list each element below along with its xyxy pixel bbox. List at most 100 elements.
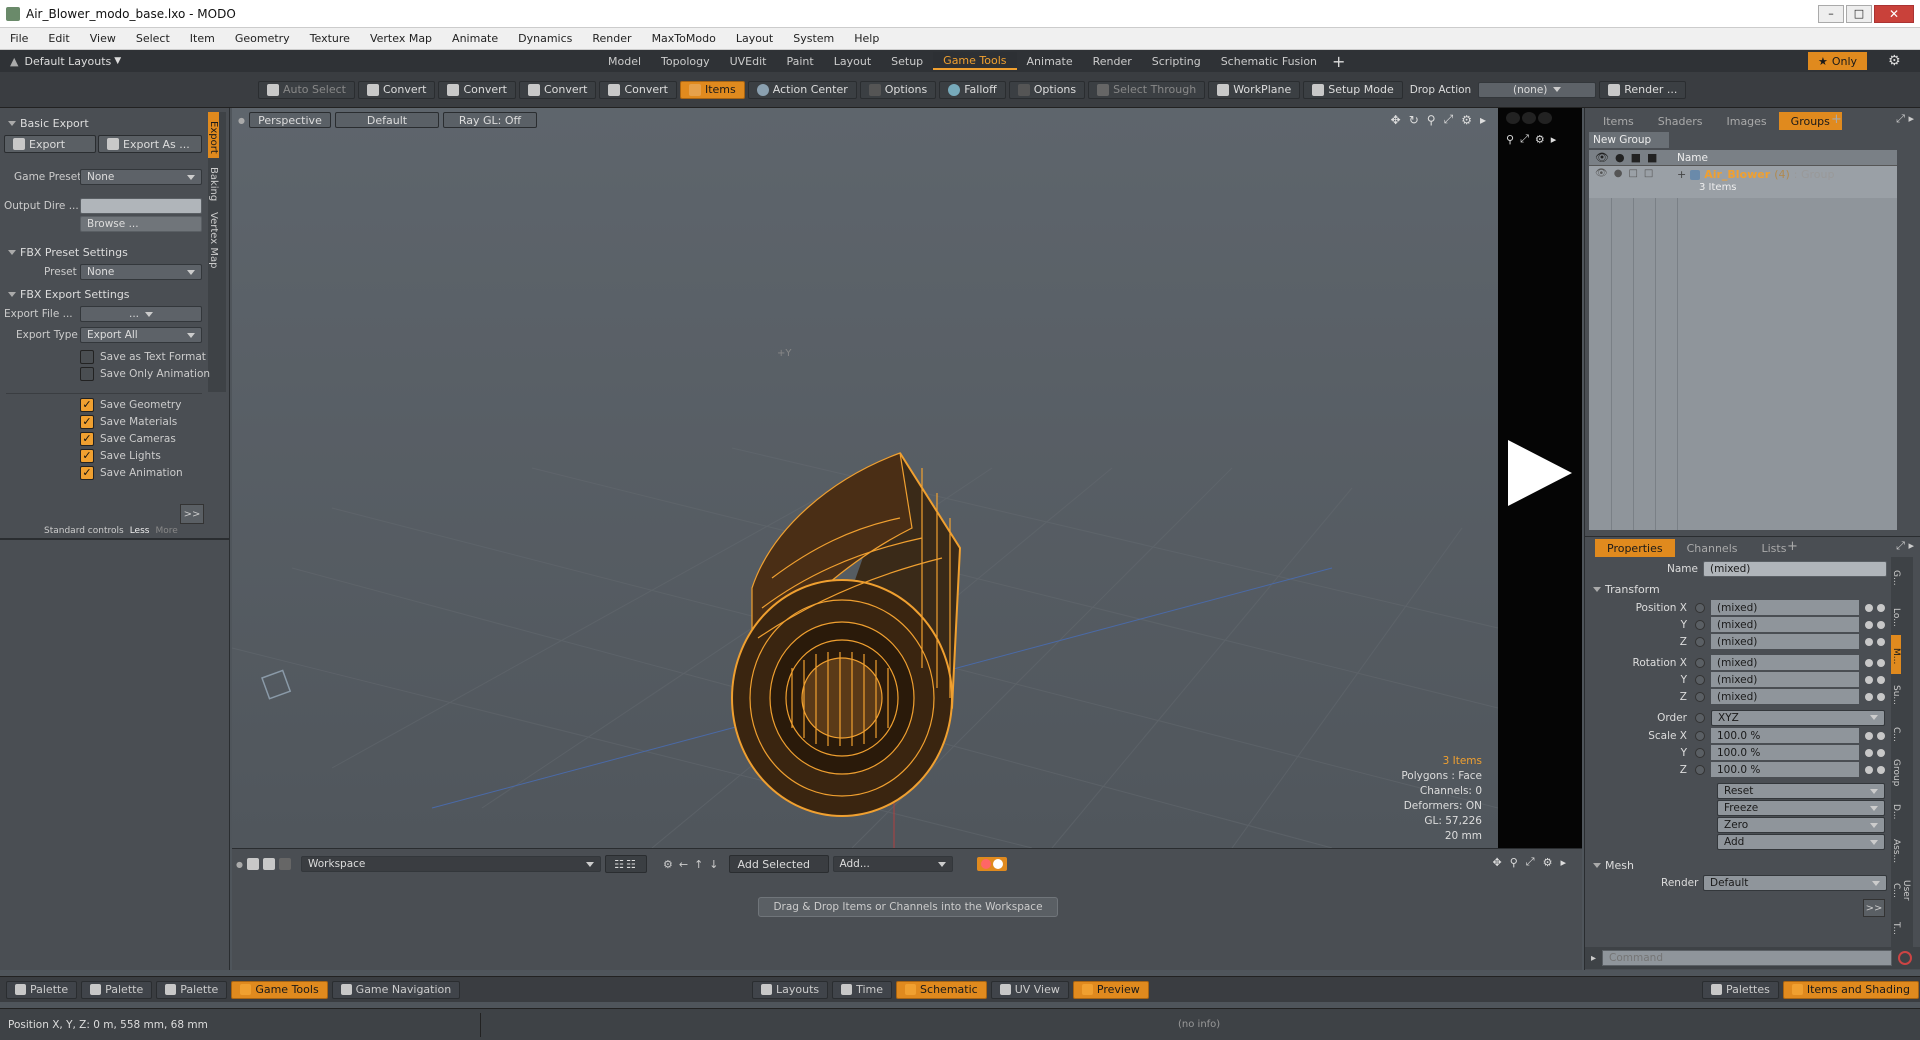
- render-col-icon[interactable]: ●: [1615, 151, 1625, 164]
- schematic-tool-icon[interactable]: [246, 858, 259, 870]
- bottom-palettes-button-0[interactable]: Palettes: [1702, 980, 1779, 999]
- tab-animate[interactable]: Animate: [1017, 52, 1083, 70]
- bottom-time-button-1[interactable]: Time: [832, 980, 893, 999]
- add-tab-icon[interactable]: +: [1332, 52, 1345, 71]
- menu-item-select[interactable]: Select: [126, 32, 180, 45]
- visibility-icon[interactable]: 👁: [1595, 151, 1609, 164]
- scale-keyframe-icon[interactable]: [1695, 730, 1705, 741]
- tab-scripting[interactable]: Scripting: [1142, 52, 1211, 70]
- position-keyframe-icon[interactable]: [1695, 602, 1705, 613]
- menu-item-maxtomodo[interactable]: MaxToModo: [642, 32, 726, 45]
- add-properties-tab-icon[interactable]: +: [1787, 539, 1798, 554]
- side-tab-export[interactable]: Export: [208, 112, 219, 158]
- schematic-tool-icon[interactable]: [262, 858, 275, 870]
- menu-item-layout[interactable]: Layout: [726, 32, 783, 45]
- reset-icon[interactable]: [1865, 620, 1873, 629]
- properties-tab-channels[interactable]: Channels: [1675, 539, 1750, 557]
- position-keyframe-icon[interactable]: [1695, 619, 1705, 630]
- menu-item-vertex-map[interactable]: Vertex Map: [360, 32, 442, 45]
- link-icon[interactable]: [1877, 731, 1885, 740]
- reset-icon[interactable]: [1865, 731, 1873, 740]
- scale-value-field[interactable]: 100.0 %: [1711, 745, 1859, 760]
- command-history-icon[interactable]: [1898, 951, 1913, 965]
- shading-dropdown[interactable]: Default: [334, 112, 439, 128]
- check-row-save-animation[interactable]: ✓ Save Animation: [80, 464, 210, 481]
- schematic-settings-icon[interactable]: ⚙: [1543, 856, 1553, 869]
- link-icon[interactable]: [1877, 692, 1885, 701]
- items-mode-button[interactable]: Items: [679, 80, 745, 99]
- fbx-export-settings-header[interactable]: FBX Export Settings: [8, 288, 130, 301]
- checkbox-save-lights[interactable]: ✓: [80, 448, 94, 463]
- bottom-preview-button-4[interactable]: Preview: [1072, 980, 1149, 999]
- render-dropdown[interactable]: Default: [1703, 875, 1887, 891]
- panel-expand-icon[interactable]: ⤢ ▸: [1896, 112, 1914, 126]
- bottom-game-navigation-button-4[interactable]: Game Navigation: [331, 980, 461, 999]
- menu-item-texture[interactable]: Texture: [300, 32, 360, 45]
- action-center-button[interactable]: Action Center: [747, 80, 857, 99]
- maximize-button[interactable]: □: [1846, 4, 1872, 23]
- check-row-save-geometry[interactable]: ✓ Save Geometry: [80, 396, 210, 413]
- bottom-game-tools-button-3[interactable]: Game Tools: [231, 980, 328, 999]
- name-field[interactable]: (mixed): [1703, 561, 1887, 577]
- convert-button-3[interactable]: Convert: [518, 80, 597, 99]
- checkbox-save-geometry[interactable]: ✓: [80, 397, 94, 412]
- add-panel-tab-icon[interactable]: +: [1831, 112, 1842, 127]
- workspace-dropdown[interactable]: Workspace: [300, 856, 601, 872]
- check-row-save-only-animation[interactable]: Save Only Animation: [80, 365, 210, 382]
- preview-zoom-icon[interactable]: ⚲: [1506, 133, 1514, 146]
- properties-side-tab-ass[interactable]: Ass...: [1891, 830, 1901, 869]
- raygl-dropdown[interactable]: Ray GL: Off: [442, 112, 537, 128]
- checkbox-save-cameras[interactable]: ✓: [80, 431, 94, 446]
- bottom-items-and-shading-button-1[interactable]: Items and Shading: [1782, 980, 1919, 999]
- mesh-header[interactable]: Mesh: [1593, 859, 1634, 872]
- export-as-button[interactable]: Export As ...: [98, 135, 202, 153]
- reset-icon[interactable]: [1865, 765, 1873, 774]
- viewport-3d[interactable]: +Y ● Perspective Default Ray GL: Off ✥ ↻…: [232, 108, 1498, 848]
- more-options-button[interactable]: >>: [180, 504, 204, 524]
- zoom-icon[interactable]: ⚲: [1510, 856, 1518, 869]
- check-row-save-materials[interactable]: ✓ Save Materials: [80, 413, 210, 430]
- tab-render[interactable]: Render: [1083, 52, 1142, 70]
- check-row-save-as-text-format[interactable]: Save as Text Format: [80, 348, 210, 365]
- tab-schematic-fusion[interactable]: Schematic Fusion: [1211, 52, 1327, 70]
- panel-tab-items[interactable]: Items: [1591, 112, 1646, 130]
- preview-fit-icon[interactable]: ⤢: [1520, 132, 1529, 146]
- convert-button-2[interactable]: Convert: [438, 80, 516, 99]
- select-toggle-icon[interactable]: □: [1644, 168, 1653, 179]
- viewport-collapse-icon[interactable]: ●: [238, 116, 245, 125]
- properties-expand-icon[interactable]: ⤢ ▸: [1896, 539, 1914, 553]
- reset-icon[interactable]: [1865, 692, 1873, 701]
- bottom-uv-view-button-3[interactable]: UV View: [990, 980, 1069, 999]
- node-tool-icon[interactable]: ⚙: [663, 858, 673, 871]
- arrow-down-icon[interactable]: ↓: [709, 858, 718, 871]
- properties-side-tab-m[interactable]: M...: [1891, 635, 1901, 674]
- position-value-field[interactable]: (mixed): [1711, 634, 1859, 649]
- tab-game-tools[interactable]: Game Tools: [933, 52, 1017, 70]
- reset-icon[interactable]: [1865, 637, 1873, 646]
- freeze-dropdown[interactable]: Freeze: [1717, 800, 1885, 816]
- menu-item-help[interactable]: Help: [844, 32, 889, 45]
- reset-icon[interactable]: [1865, 675, 1873, 684]
- zero-dropdown[interactable]: Zero: [1717, 817, 1885, 833]
- arrow-up-icon[interactable]: ↑: [694, 858, 703, 871]
- order-keyframe-icon[interactable]: [1695, 712, 1705, 723]
- zoom-view-icon[interactable]: ⚲: [1427, 113, 1436, 127]
- add-dropdown[interactable]: Add: [1717, 834, 1885, 850]
- pan-icon[interactable]: ✥: [1493, 856, 1502, 869]
- reset-icon[interactable]: [1865, 658, 1873, 667]
- menu-item-item[interactable]: Item: [180, 32, 225, 45]
- falloff-button[interactable]: Falloff: [939, 80, 1006, 99]
- properties-side-tab-lo[interactable]: Lo...: [1891, 596, 1901, 635]
- visibility-toggle-icon[interactable]: 👁: [1595, 168, 1608, 179]
- position-keyframe-icon[interactable]: [1695, 636, 1705, 647]
- options-button-1[interactable]: Options: [859, 80, 937, 99]
- menu-item-system[interactable]: System: [783, 32, 844, 45]
- check-row-save-cameras[interactable]: ✓ Save Cameras: [80, 430, 210, 447]
- command-input[interactable]: [1602, 950, 1893, 966]
- add-selected-button[interactable]: Add Selected: [728, 855, 829, 873]
- position-value-field[interactable]: (mixed): [1711, 617, 1859, 632]
- only-button[interactable]: ★ Only: [1808, 52, 1868, 70]
- link-icon[interactable]: [1877, 748, 1885, 757]
- properties-side-tab-su[interactable]: Su...: [1891, 674, 1901, 713]
- game-preset-dropdown[interactable]: None: [80, 169, 202, 185]
